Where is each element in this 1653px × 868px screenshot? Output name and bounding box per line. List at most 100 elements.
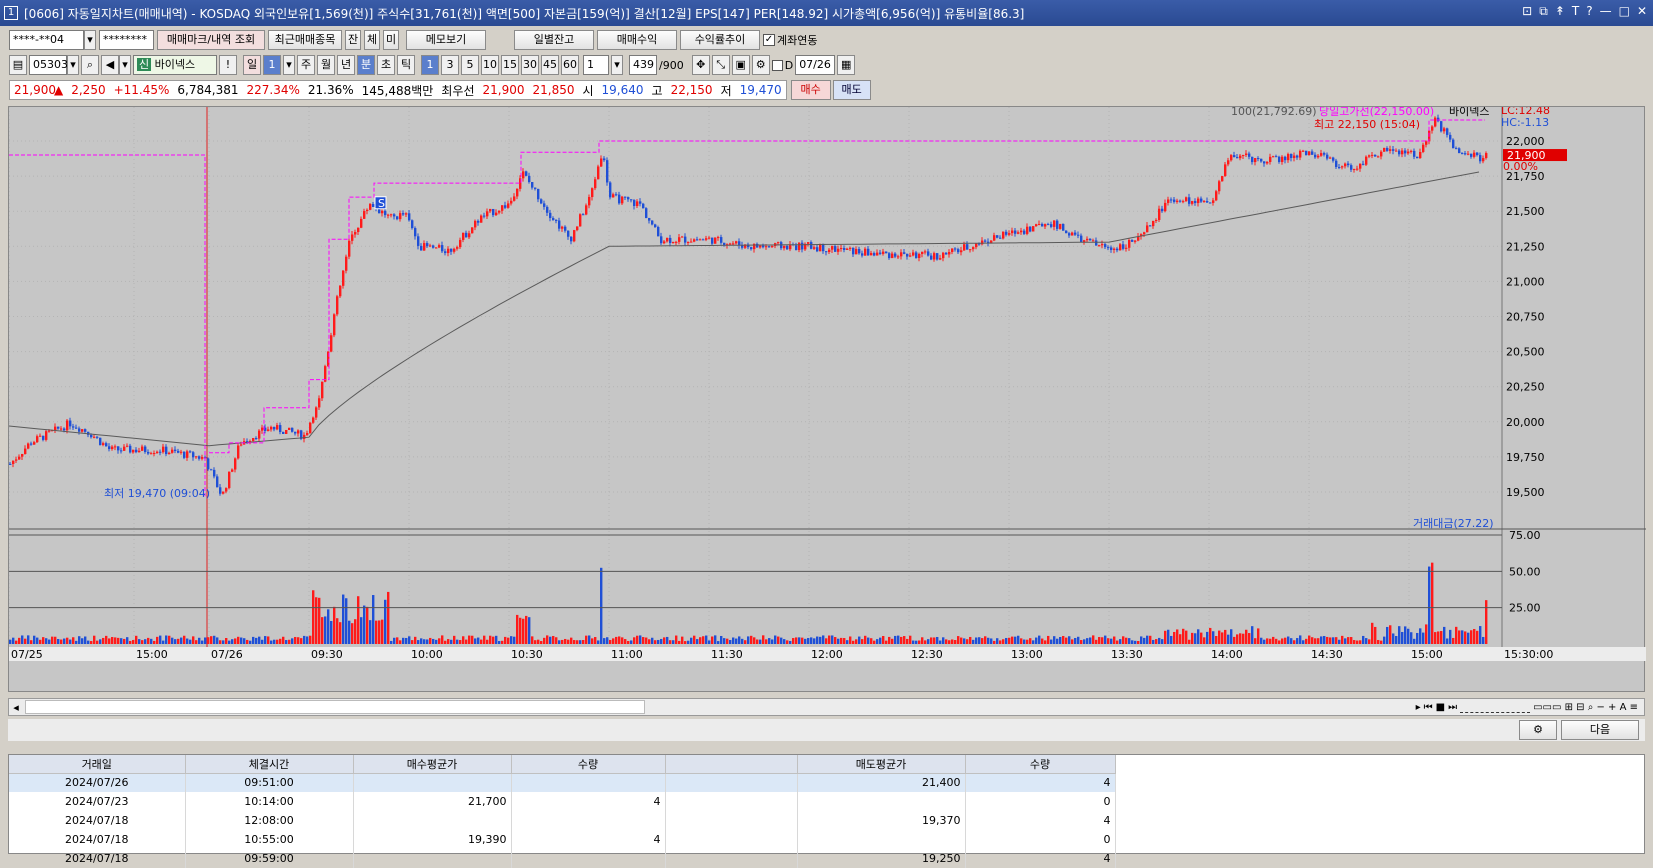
column-header[interactable] [665,755,798,774]
rewind-icon[interactable]: ⏮ [1424,702,1433,713]
return-trend-button[interactable]: 수익률추이 [680,30,760,50]
maximize-icon[interactable]: □ [1619,4,1630,19]
table-row[interactable]: 2024/07/26 09:51:00 21,400 4 [9,773,1116,792]
interval-1[interactable]: 1 [421,55,439,75]
stock-code-input[interactable]: 053030 [29,55,75,75]
scroll-thumb[interactable] [25,700,645,714]
sell-button[interactable]: 매도 [832,80,871,100]
tab-tick[interactable]: 틱 [397,55,415,75]
candle-body [684,236,687,243]
tab-day[interactable]: 일 [243,55,261,75]
candle-body [1248,153,1251,157]
buy-button[interactable]: 매수 [790,80,831,100]
table-row[interactable]: 2024/07/18 12:08:00 19,370 4 [9,811,1116,830]
date-checkbox[interactable] [771,59,783,71]
save-icon[interactable]: ▣ [731,55,750,75]
filled-button[interactable]: 체 [364,30,380,50]
x-axis-label: 15:30:00 [1504,648,1553,661]
column-header[interactable]: 수량 [965,755,1116,774]
candle-body [1077,234,1080,236]
tab-year[interactable]: 년 [337,55,355,75]
stock-name-field[interactable]: 신 바이넥스 [133,55,217,75]
detach-icon[interactable]: ⊡ [1522,4,1532,19]
interval-5[interactable]: 5 [461,55,479,75]
chevron-down-icon[interactable]: ▾ [611,55,623,75]
fast-forward-icon[interactable]: ⏭ [1448,702,1457,713]
search-icon[interactable]: ⌕ [81,55,99,75]
column-header[interactable]: 체결시간 [185,755,354,774]
chevron-down-icon[interactable]: ▾ [67,55,79,75]
daily-balance-button[interactable]: 일별잔고 [514,30,594,50]
trade-amount: 145,488백만 [361,83,434,98]
candle-body [159,451,162,453]
day-count[interactable]: 1 [263,55,281,75]
layout-icon[interactable]: ▤ [9,55,27,75]
date-input[interactable]: 07/26 [795,55,836,75]
close-icon[interactable]: ✕ [1637,4,1647,19]
balance-button[interactable]: 잔 [345,30,361,50]
calendar-icon[interactable]: ▦ [837,55,856,75]
volume-bar [57,639,60,644]
interval-30[interactable]: 30 [521,55,539,75]
interval-45[interactable]: 45 [541,55,559,75]
unit-input[interactable]: 1 [583,55,609,75]
speaker-icon[interactable]: ◀ [101,55,119,75]
interval-3[interactable]: 3 [441,55,459,75]
volume-bar [1218,630,1221,644]
tab-week[interactable]: 주 [297,55,315,75]
tool-icon[interactable]: ⤡ [711,55,730,75]
account-link-checkbox[interactable]: ✓ 계좌연동 [763,32,817,48]
chart-panel[interactable]: 22,000 21,750 21,500 21,250 21,000 20,750 20,5… [8,104,1646,693]
zoom-slider[interactable] [1460,702,1531,713]
candle-body [63,428,66,431]
stop-icon[interactable]: ■ [1436,702,1445,713]
account-select[interactable]: ****-**04 [9,30,84,50]
column-header[interactable]: 매수평균가 [353,755,512,774]
memo-button[interactable]: 메모보기 [406,30,486,50]
query-button[interactable]: 매매마크/내역 조회 [157,30,265,50]
column-header[interactable]: 수량 [511,755,666,774]
interval-10[interactable]: 10 [481,55,499,75]
pin-icon[interactable]: ↟ [1555,4,1565,19]
column-header[interactable]: 매도평균가 [797,755,966,774]
gear-icon[interactable]: ⚙ [751,55,770,75]
crosshair-icon[interactable]: ✥ [691,55,710,75]
password-field[interactable]: ******** [99,30,154,50]
table-row[interactable]: 2024/07/23 10:14:00 21,700 4 0 [9,792,1116,811]
help-icon[interactable]: ? [1586,4,1592,19]
font-icon[interactable]: T [1572,4,1579,19]
scroll-left-icon[interactable]: ◂ [9,701,23,714]
alert-button[interactable]: ! [219,55,237,75]
unfilled-button[interactable]: 미 [383,30,399,50]
volume-bar [1356,640,1359,644]
tab-month[interactable]: 월 [317,55,335,75]
up-arrow-icon: ▲ [54,83,64,97]
volume-bar [543,637,546,644]
volume-bar [1428,566,1431,644]
trade-profit-button[interactable]: 매매수익 [597,30,677,50]
chevron-down-icon[interactable]: ▾ [283,55,295,75]
chevron-down-icon[interactable]: ▾ [84,30,96,50]
interval-60[interactable]: 60 [561,55,579,75]
table-row[interactable]: 2024/07/18 09:59:00 19,250 4 [9,849,1116,868]
count-input[interactable]: 439 [629,55,657,75]
chevron-down-icon[interactable]: ▾ [119,55,131,75]
volume-bar [1479,626,1482,644]
tab-minute[interactable]: 분 [357,55,375,75]
interval-15[interactable]: 15 [501,55,519,75]
gear-icon[interactable]: ⚙ [1519,720,1557,740]
next-button[interactable]: 다음 [1561,720,1639,740]
chart-scrollbar[interactable]: ◂ ▸ ⏮ ■ ⏭ ▭▭▭ ⊞ ⊟ ⌕ − + A ≡ [8,698,1645,716]
table-row[interactable]: 2024/07/18 10:55:00 19,390 4 0 [9,830,1116,849]
tab-second[interactable]: 초 [377,55,395,75]
sell-marker-label: S [378,197,385,210]
stock-legend: 바이넥스 [1449,107,1489,118]
scroll-right-icon[interactable]: ▸ [1416,702,1421,713]
cascade-icon[interactable]: ⧉ [1539,4,1548,19]
chart-tools-icon[interactable]: ▭▭▭ ⊞ ⊟ ⌕ − + A ≡ [1533,702,1638,713]
recent-trades-button[interactable]: 최근매매종목 [268,30,342,50]
volume-bar [39,639,42,644]
price-chart[interactable]: 22,00021,75021,50021,25021,00020,75020,5… [8,104,1646,693]
column-header[interactable]: 거래일 [9,755,186,774]
minimize-icon[interactable]: — [1600,4,1612,19]
